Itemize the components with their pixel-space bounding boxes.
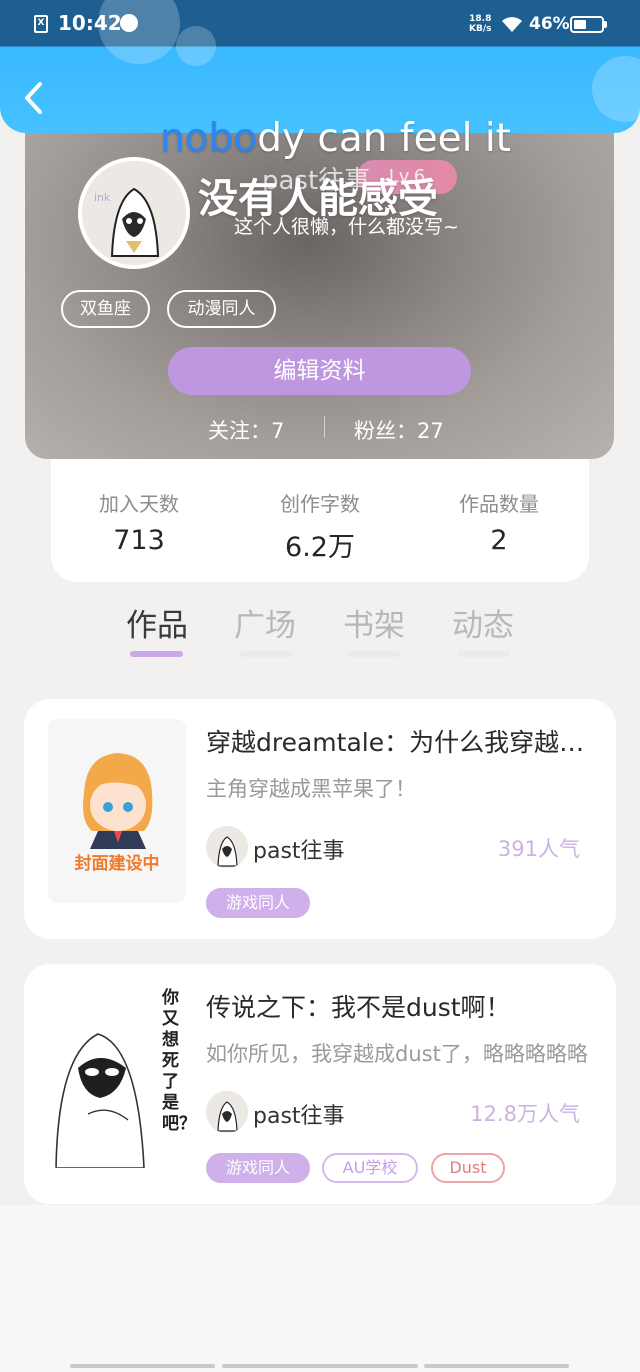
stat-label: 作品数量	[459, 492, 539, 516]
stat-label: 创作字数	[280, 492, 360, 516]
net-speed: 18.8 KB/s	[469, 14, 491, 34]
stat-value: 2	[490, 525, 508, 556]
avatar-illustration-icon: ink	[82, 161, 186, 265]
cover-placeholder-icon	[48, 719, 186, 903]
stats-card: 加入天数 713 创作字数 6.2万 作品数量 2	[51, 440, 589, 582]
work-card[interactable]: 你又想死了是吧？ 传说之下：我不是dust啊！ 如你所见，我穿越成dust了，略…	[24, 964, 616, 1204]
wifi-icon	[502, 17, 522, 32]
work-author: past往事	[253, 1104, 345, 1129]
stat-word-count: 创作字数 6.2万	[250, 488, 390, 564]
work-tag[interactable]: Dust	[431, 1153, 505, 1183]
nav-indicator	[70, 1364, 215, 1368]
stat-works-count: 作品数量 2	[429, 488, 569, 556]
profile-overlay-title: nobody can feel it	[160, 116, 511, 161]
followers-label: 粉丝：	[354, 419, 417, 443]
battery-tip	[604, 21, 607, 28]
tab-works[interactable]: 作品	[126, 600, 188, 645]
battery-icon	[570, 16, 604, 33]
work-tag[interactable]: AU学校	[322, 1153, 418, 1183]
stat-join-days: 加入天数 713	[69, 488, 209, 556]
work-author: past往事	[253, 839, 345, 864]
work-cover	[48, 719, 186, 903]
nav-indicator	[222, 1364, 418, 1368]
work-description: 如你所见，我穿越成dust了，略略略略略	[206, 1042, 588, 1066]
decor-bubble	[592, 56, 640, 122]
following-label: 关注：	[208, 419, 271, 443]
status-time: 10:42	[58, 11, 122, 35]
back-arrow-icon[interactable]	[22, 80, 46, 116]
work-title: 传说之下：我不是dust啊！	[206, 993, 511, 1022]
work-tag[interactable]: 游戏同人	[206, 1153, 310, 1183]
overlay-title-rest: dy can feel it	[257, 116, 511, 161]
followers-value: 27	[417, 419, 444, 443]
author-avatar	[206, 826, 248, 868]
work-tag[interactable]: 游戏同人	[206, 888, 310, 918]
profile-bio: 这个人很懒，什么都没写~	[234, 216, 459, 238]
fire-icon	[120, 14, 138, 32]
cover-placeholder-text: 封面建设中	[74, 854, 160, 874]
author-avatar	[206, 1091, 248, 1133]
work-popularity: 391人气	[497, 837, 580, 861]
work-card[interactable]: 封面建设中 穿越dreamtale：为什么我穿越成了黑苹果 主角穿越成黑苹果了！…	[24, 699, 616, 939]
profile-tag-zodiac: 双鱼座	[61, 290, 150, 328]
work-description: 主角穿越成黑苹果了！	[206, 777, 416, 801]
tab-indicator	[348, 651, 401, 657]
overlay-title-highlight: nobo	[160, 116, 258, 161]
following-count[interactable]: 关注：7	[208, 415, 284, 445]
cover-text: 你又想死了是吧？	[162, 988, 196, 1134]
sim-icon: X	[34, 15, 48, 33]
stat-value: 6.2万	[285, 532, 355, 563]
profile-tag-genre: 动漫同人	[167, 290, 276, 328]
top-header: X 10:42 18.8 KB/s 46%	[0, 0, 640, 133]
stat-value: 713	[113, 525, 165, 556]
tab-bookshelf[interactable]: 书架	[343, 600, 405, 645]
battery-percent: 46%	[529, 14, 570, 34]
work-title: 穿越dreamtale：为什么我穿越成了黑苹果	[206, 728, 596, 757]
net-speed-unit: KB/s	[469, 24, 492, 34]
avatar[interactable]: ink	[78, 157, 190, 269]
author-avatar-icon	[206, 826, 248, 868]
svg-text:ink: ink	[94, 191, 111, 204]
nav-indicator	[424, 1364, 569, 1368]
tab-moments[interactable]: 动态	[452, 600, 514, 645]
edit-profile-button[interactable]: 编辑资料	[168, 347, 471, 395]
tab-indicator	[457, 651, 510, 657]
tab-indicator-active	[130, 651, 183, 657]
status-bar: X 10:42 18.8 KB/s 46%	[0, 0, 640, 48]
work-popularity: 12.8万人气	[470, 1102, 580, 1126]
followers-count[interactable]: 粉丝：27	[354, 415, 444, 445]
following-value: 7	[271, 419, 285, 443]
net-speed-value: 18.8	[469, 14, 492, 24]
author-avatar-icon	[206, 1091, 248, 1133]
tab-indicator	[239, 651, 292, 657]
bottom-empty-area	[0, 1205, 640, 1372]
stat-label: 加入天数	[99, 492, 179, 516]
tab-plaza[interactable]: 广场	[234, 600, 296, 645]
follow-divider	[324, 416, 325, 438]
